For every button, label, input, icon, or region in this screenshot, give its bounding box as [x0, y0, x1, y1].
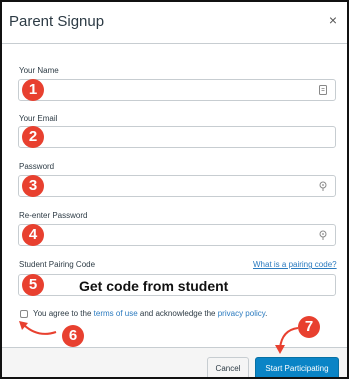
password-field[interactable]	[18, 175, 336, 197]
annotation-badge-3: 3	[22, 175, 44, 197]
annotation-arrow-6	[19, 321, 57, 335]
parent-signup-modal: Parent Signup × Your Name 1 Your Email 2…	[0, 0, 349, 379]
annotation-badge-7: 7	[298, 316, 320, 338]
annotation-badge-5: 5	[22, 274, 44, 296]
pairing-code-annotation: Get code from student	[79, 278, 229, 294]
key-icon	[319, 230, 327, 240]
agreement-prefix: You agree to the	[33, 309, 94, 318]
modal-header: Parent Signup ×	[2, 2, 347, 44]
close-icon[interactable]: ×	[325, 12, 341, 28]
key-icon	[319, 181, 327, 191]
cancel-button[interactable]: Cancel	[207, 357, 249, 377]
reenter-password-label: Re-enter Password	[19, 211, 88, 220]
modal-title: Parent Signup	[9, 13, 105, 30]
password-label: Password	[19, 162, 55, 171]
email-label: Your Email	[19, 114, 58, 123]
pairing-code-help-link[interactable]: What is a pairing code?	[253, 260, 337, 269]
name-label: Your Name	[19, 66, 59, 75]
agreement-middle: and acknowledge the	[137, 309, 218, 318]
annotation-badge-6: 6	[62, 325, 84, 347]
reenter-password-field[interactable]	[18, 224, 336, 246]
agreement-suffix: .	[265, 309, 268, 318]
contact-card-icon	[319, 85, 327, 95]
annotation-arrow-7	[275, 327, 299, 354]
terms-of-use-link[interactable]: terms of use	[94, 309, 138, 318]
agreement-text: You agree to the terms of use and acknow…	[33, 309, 267, 318]
name-field[interactable]	[18, 79, 336, 101]
annotation-badge-1: 1	[22, 79, 44, 101]
agree-checkbox[interactable]	[20, 310, 28, 318]
pairing-code-label: Student Pairing Code	[19, 260, 96, 269]
annotation-badge-2: 2	[22, 126, 44, 148]
annotation-badge-4: 4	[22, 224, 44, 246]
start-participating-button[interactable]: Start Participating	[255, 357, 339, 377]
email-field[interactable]	[18, 126, 336, 148]
privacy-policy-link[interactable]: privacy policy	[218, 309, 265, 318]
